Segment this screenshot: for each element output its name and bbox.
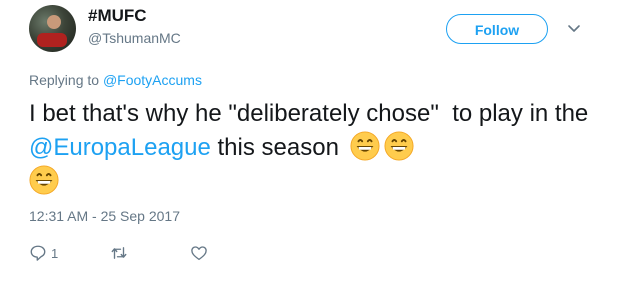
grinning-face-icon	[350, 131, 380, 161]
heart-icon	[191, 246, 207, 261]
reply-count: 1	[51, 246, 59, 261]
reply-button[interactable]: 1	[29, 244, 58, 264]
retweet-icon	[111, 247, 127, 259]
avatar-figure	[47, 15, 61, 29]
mention-link[interactable]: @EuropaLeague	[29, 134, 211, 161]
like-button[interactable]	[190, 244, 208, 264]
replying-to: Replying to @FootyAccums	[29, 72, 202, 88]
tweet-text: I bet that's why he "deliberately chose"…	[29, 97, 599, 199]
avatar-shirt	[37, 33, 67, 47]
replying-to-prefix: Replying to	[29, 72, 103, 88]
avatar[interactable]	[29, 5, 76, 52]
tweet-text-after: this season	[210, 134, 346, 161]
reply-icon	[30, 245, 46, 261]
display-name[interactable]: #MUFC	[88, 6, 147, 26]
chevron-down-icon[interactable]	[566, 20, 582, 36]
user-handle[interactable]: @TshumanMC	[88, 30, 181, 46]
replying-to-link[interactable]: @FootyAccums	[103, 72, 202, 88]
tweet-text-before: I bet that's why he "deliberately chose"…	[29, 100, 595, 127]
timestamp[interactable]: 12:31 AM - 25 Sep 2017	[29, 208, 180, 224]
grinning-face-icon	[29, 165, 59, 195]
retweet-button[interactable]	[110, 244, 128, 264]
follow-button[interactable]: Follow	[446, 14, 548, 44]
grinning-face-icon	[384, 131, 414, 161]
